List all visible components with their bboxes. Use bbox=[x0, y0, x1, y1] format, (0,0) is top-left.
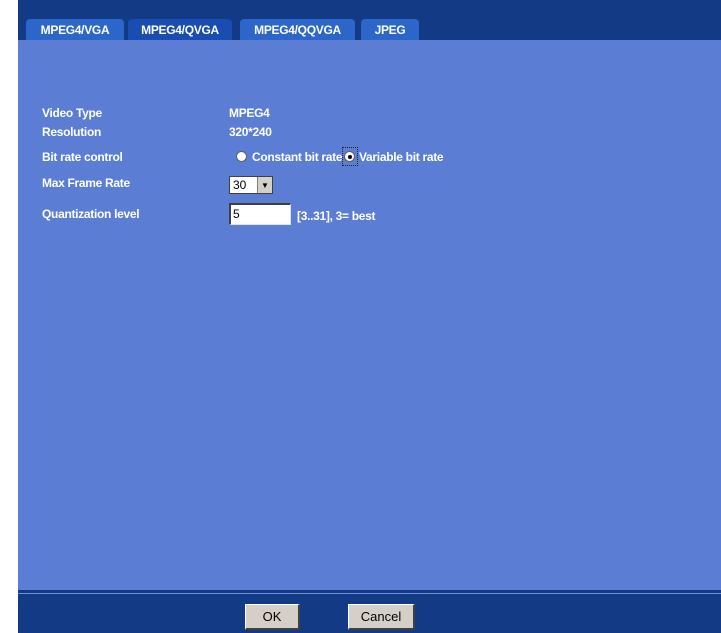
resolution-value: 320*240 bbox=[229, 125, 272, 139]
tab-bar: MPEG4/VGA MPEG4/QVGA MPEG4/QQVGA JPEG bbox=[18, 0, 721, 40]
video-type-value: MPEG4 bbox=[229, 106, 270, 120]
tab-mpeg4-vga[interactable]: MPEG4/VGA bbox=[26, 19, 124, 40]
max-frame-rate-label: Max Frame Rate bbox=[42, 176, 130, 190]
quantization-level-label: Quantization level bbox=[42, 207, 140, 221]
quantization-level-input[interactable]: 5 bbox=[229, 203, 291, 225]
quantization-level-hint: [3..31], 3= best bbox=[297, 209, 376, 223]
max-frame-rate-select[interactable]: 30 ▼ bbox=[229, 176, 273, 194]
constant-bit-rate-radio[interactable] bbox=[236, 151, 247, 162]
settings-window: MPEG4/VGA MPEG4/QVGA MPEG4/QQVGA JPEG Vi… bbox=[0, 0, 721, 633]
radio-selected-dot bbox=[348, 155, 352, 159]
max-frame-rate-value: 30 bbox=[233, 178, 247, 192]
bit-rate-control-label: Bit rate control bbox=[42, 150, 123, 164]
chevron-down-icon[interactable]: ▼ bbox=[257, 177, 272, 193]
cancel-button[interactable]: Cancel bbox=[348, 604, 415, 630]
video-type-label: Video Type bbox=[42, 106, 102, 120]
footer-divider bbox=[18, 593, 721, 594]
variable-bit-rate-label[interactable]: Variable bit rate bbox=[359, 150, 444, 164]
constant-bit-rate-label[interactable]: Constant bit rate bbox=[252, 150, 343, 164]
resolution-label: Resolution bbox=[42, 125, 101, 139]
tab-mpeg4-qvga[interactable]: MPEG4/QVGA bbox=[128, 19, 232, 40]
tab-mpeg4-qqvga[interactable]: MPEG4/QQVGA bbox=[240, 19, 355, 40]
variable-bit-rate-radio[interactable] bbox=[344, 151, 355, 162]
tab-jpeg[interactable]: JPEG bbox=[361, 19, 419, 40]
ok-button[interactable]: OK bbox=[245, 604, 300, 630]
settings-panel: Video Type MPEG4 Resolution 320*240 Bit … bbox=[18, 40, 721, 590]
